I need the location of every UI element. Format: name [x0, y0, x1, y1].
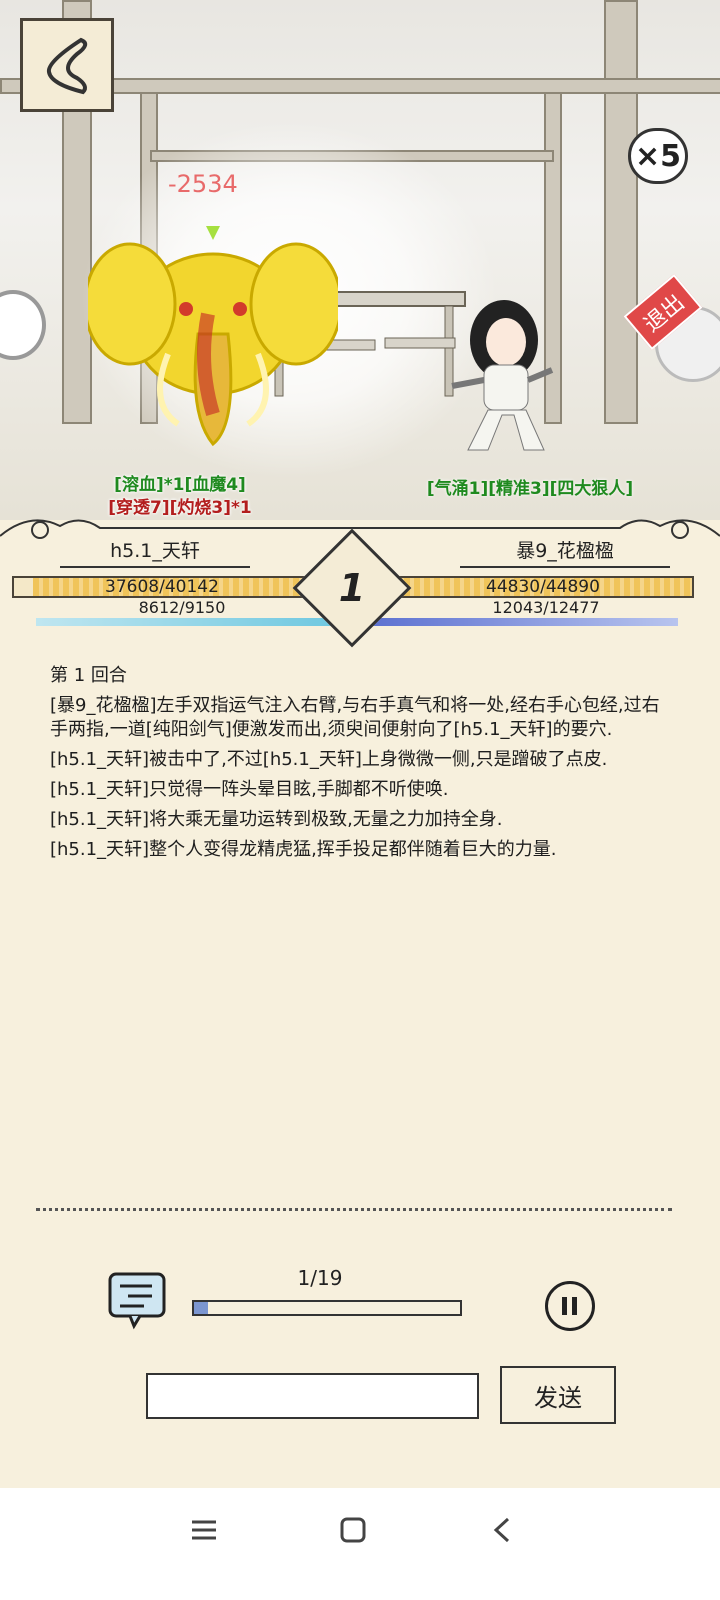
back-arrow-icon [46, 37, 88, 95]
right-mp-bar [362, 618, 678, 626]
speed-button[interactable]: ×5 [628, 128, 688, 184]
log-entry: [h5.1_天轩]只觉得一阵头晕目眩,手脚都不听使唤. [50, 779, 449, 800]
pillar-right [604, 0, 638, 424]
side-avatar[interactable] [0, 290, 46, 360]
left-mp-text: 8612/9150 [138, 598, 226, 617]
menu-icon [192, 1520, 216, 1540]
pause-button[interactable] [545, 1281, 595, 1331]
pause-icon [562, 1297, 577, 1315]
right-status-effects: [气涌1][精准3][四大狠人] [410, 474, 650, 499]
log-entry: [h5.1_天轩]被击中了,不过[h5.1_天轩]上身微微一侧,只是蹭破了点皮. [50, 749, 608, 770]
chat-log-icon [108, 1272, 166, 1330]
nav-back-button[interactable] [482, 1510, 522, 1550]
menu-button[interactable] [184, 1510, 224, 1550]
right-hp-text: 44830/44890 [486, 577, 600, 597]
chat-log-button[interactable] [108, 1272, 166, 1330]
progress-slider[interactable] [192, 1300, 462, 1316]
status-tag: [四大狠人] [549, 479, 634, 499]
log-entry: [h5.1_天轩]将大乘无量功运转到极致,无量之力加持全身. [50, 809, 503, 830]
back-button[interactable] [20, 18, 114, 112]
status-tag: [精准3] [488, 479, 550, 499]
back-icon [493, 1517, 510, 1543]
progress-fill [194, 1302, 209, 1314]
left-fighter-name: h5.1_天轩 [60, 532, 250, 568]
round-number: 1 [338, 566, 366, 610]
battle-log: 第 1 回合 [暴9_花楹楹]左手双指运气注入右臂,与右手真气和将一处,经右手心… [50, 664, 660, 868]
chat-input[interactable] [146, 1373, 479, 1419]
send-button[interactable]: 发送 [500, 1366, 616, 1424]
round-title: 第 1 回合 [50, 665, 127, 686]
dotted-divider [36, 1208, 672, 1211]
right-hp-bar: 44830/44890 [392, 576, 694, 598]
status-tag: [气涌1] [426, 479, 489, 499]
left-hp-text: 37608/40142 [105, 577, 219, 597]
right-fighter [451, 300, 554, 451]
damage-popup: -2534 [168, 170, 238, 198]
home-button[interactable] [333, 1510, 373, 1550]
right-mp-text: 12043/12477 [492, 598, 600, 617]
home-icon [340, 1517, 366, 1543]
log-entry: [暴9_花楹楹]左手双指运气注入右臂,与右手真气和将一处,经右手心包经,过右手两… [50, 695, 660, 740]
left-mp-bar [36, 618, 336, 626]
left-fighter-elephant [88, 226, 338, 447]
progress-label: 1/19 [297, 1266, 343, 1290]
left-hp-bar: 37608/40142 [12, 576, 312, 598]
log-entry: [h5.1_天轩]整个人变得龙精虎猛,挥手投足都伴随着巨大的力量. [50, 839, 557, 860]
right-fighter-name: 暴9_花楹楹 [460, 532, 670, 568]
status-tag: [溶血]*1 [114, 475, 185, 495]
status-tag: [血魔4] [184, 475, 246, 495]
